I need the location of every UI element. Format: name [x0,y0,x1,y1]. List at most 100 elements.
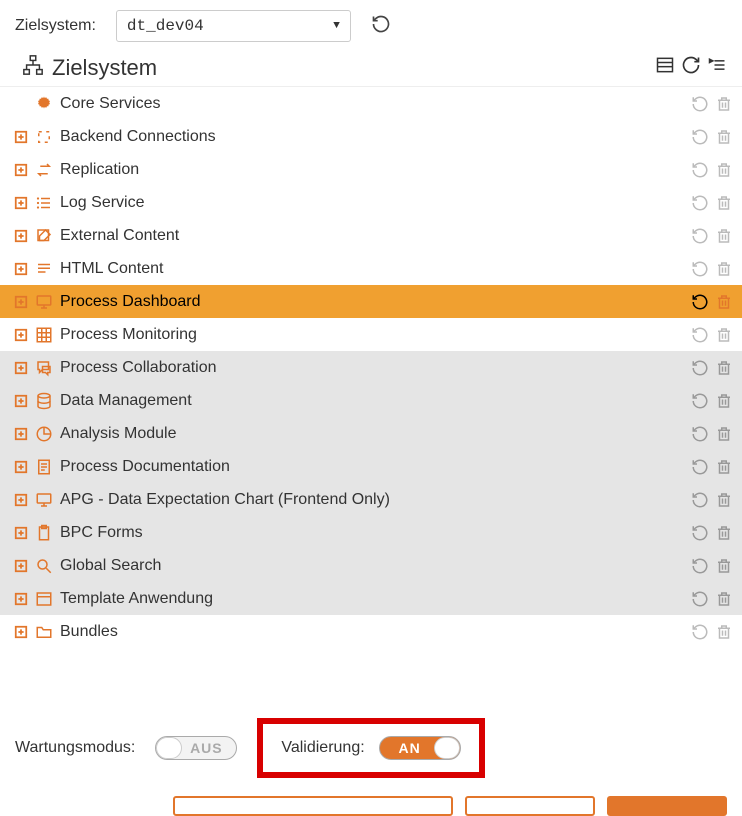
refresh-all-icon[interactable] [681,55,701,81]
undo-icon[interactable] [690,358,710,378]
trash-icon[interactable] [714,226,734,246]
tree-row[interactable]: Process Documentation [0,450,742,483]
tree-row-label[interactable]: Process Monitoring [60,326,684,344]
trash-icon[interactable] [714,127,734,147]
tree-row[interactable]: HTML Content [0,252,742,285]
undo-icon[interactable] [690,94,710,114]
tree-row[interactable]: Replication [0,153,742,186]
tree-row-label[interactable]: Log Service [60,194,684,212]
trash-icon[interactable] [714,490,734,510]
undo-icon[interactable] [690,325,710,345]
expand-icon[interactable] [14,559,28,573]
action-button-1[interactable] [173,796,453,816]
undo-icon[interactable] [690,556,710,576]
undo-icon[interactable] [690,589,710,609]
maintenance-toggle[interactable]: AUS [155,736,237,760]
tree-row[interactable]: Core Services [0,87,742,120]
undo-icon[interactable] [690,490,710,510]
tree-row[interactable]: BPC Forms [0,516,742,549]
expand-icon[interactable] [14,163,28,177]
row-actions [690,160,734,180]
tree-row-label[interactable]: Process Collaboration [60,359,684,377]
expand-icon[interactable] [14,229,28,243]
tree-row[interactable]: APG - Data Expectation Chart (Frontend O… [0,483,742,516]
expand-icon[interactable] [14,625,28,639]
undo-icon[interactable] [690,226,710,246]
undo-icon[interactable] [690,622,710,642]
undo-icon[interactable] [690,127,710,147]
tree-row-label[interactable]: Core Services [60,95,684,113]
validation-toggle[interactable]: AN [379,736,461,760]
trash-icon[interactable] [714,556,734,576]
row-actions [690,127,734,147]
expand-icon[interactable] [14,295,28,309]
undo-icon[interactable] [690,424,710,444]
tree-row-label[interactable]: Replication [60,161,684,179]
tree-row[interactable]: Bundles [0,615,742,648]
tree-row[interactable]: Data Management [0,384,742,417]
tree-row-label[interactable]: APG - Data Expectation Chart (Frontend O… [60,491,684,509]
trash-icon[interactable] [714,193,734,213]
trash-icon[interactable] [714,292,734,312]
tree-row[interactable]: Backend Connections [0,120,742,153]
expand-icon[interactable] [14,592,28,606]
undo-icon[interactable] [690,292,710,312]
tree-row[interactable]: Process Dashboard [0,285,742,318]
expand-icon[interactable] [14,493,28,507]
tree-row[interactable]: Global Search [0,549,742,582]
action-button-3[interactable] [607,796,727,816]
list-view-icon[interactable] [655,55,675,81]
undo-icon[interactable] [690,523,710,543]
expand-icon[interactable] [14,460,28,474]
expand-icon[interactable] [14,130,28,144]
tree-row[interactable]: Process Collaboration [0,351,742,384]
tree-row-label[interactable]: BPC Forms [60,524,684,542]
trash-icon[interactable] [714,259,734,279]
tree-row-label[interactable]: Analysis Module [60,425,684,443]
tree-row-label[interactable]: Process Dashboard [60,293,684,311]
list-icon [34,193,54,213]
tree-row[interactable]: Log Service [0,186,742,219]
undo-icon[interactable] [690,259,710,279]
expand-icon[interactable] [14,427,28,441]
trash-icon[interactable] [714,589,734,609]
tree-row-label[interactable]: Backend Connections [60,128,684,146]
expand-icon[interactable] [14,394,28,408]
expand-icon[interactable] [14,262,28,276]
tree-row-label[interactable]: Process Documentation [60,458,684,476]
tree-row[interactable]: Process Monitoring [0,318,742,351]
sitemap-icon [22,54,44,82]
tree-row-label[interactable]: Data Management [60,392,684,410]
trash-icon[interactable] [714,523,734,543]
undo-icon[interactable] [690,193,710,213]
trash-icon[interactable] [714,457,734,477]
trash-icon[interactable] [714,358,734,378]
undo-icon[interactable] [690,391,710,411]
tree-row[interactable]: Template Anwendung [0,582,742,615]
expand-icon[interactable] [14,328,28,342]
settings-list-icon[interactable] [707,55,727,81]
trash-icon[interactable] [714,160,734,180]
trash-icon[interactable] [714,325,734,345]
trash-icon[interactable] [714,622,734,642]
undo-icon[interactable] [690,160,710,180]
tree-row[interactable]: External Content [0,219,742,252]
row-actions [690,325,734,345]
expand-icon[interactable] [14,361,28,375]
trash-icon[interactable] [714,391,734,411]
expand-icon[interactable] [14,196,28,210]
refresh-button[interactable] [371,14,391,38]
trash-icon[interactable] [714,94,734,114]
tree-row-label[interactable]: Bundles [60,623,684,641]
action-button-2[interactable] [465,796,595,816]
tree-row-label[interactable]: Template Anwendung [60,590,684,608]
tree-row-label[interactable]: Global Search [60,557,684,575]
tree-row[interactable]: Analysis Module [0,417,742,450]
row-actions [690,490,734,510]
trash-icon[interactable] [714,424,734,444]
tree-row-label[interactable]: External Content [60,227,684,245]
target-system-select[interactable]: dt_dev04 ▼ [116,10,351,42]
expand-icon[interactable] [14,526,28,540]
tree-row-label[interactable]: HTML Content [60,260,684,278]
undo-icon[interactable] [690,457,710,477]
